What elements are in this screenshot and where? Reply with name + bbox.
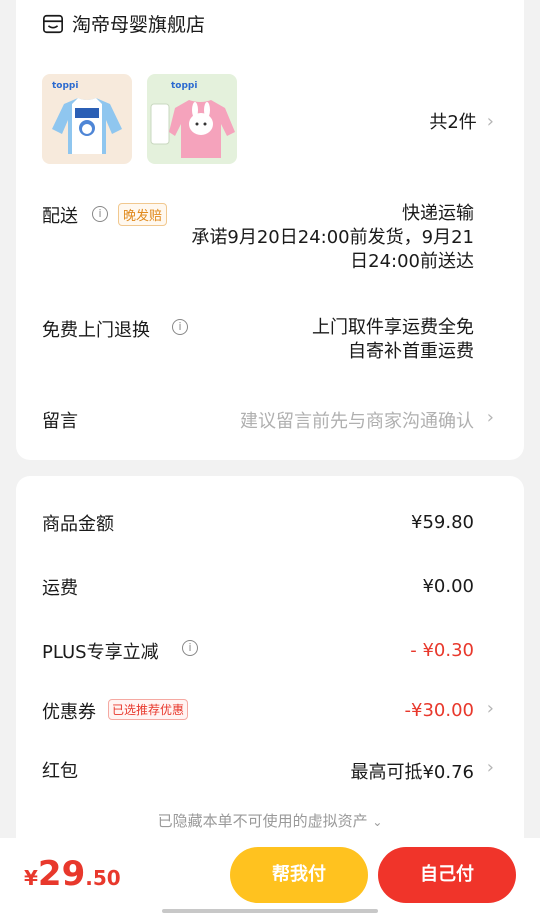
item-count-row[interactable]: 共2件 ›	[429, 108, 494, 134]
hidden-assets-text: 已隐藏本单不可使用的虚拟资产	[158, 812, 368, 830]
delivery-method: 快递运输 承诺9月20日24:00前发货，9月21 日24:00前送达	[191, 202, 474, 274]
return-service-line2: 自寄补首重运费	[312, 340, 474, 364]
item-count: 共2件	[429, 108, 476, 134]
return-service-line1: 上门取件享运费全免	[312, 316, 474, 340]
shipping-label: 运费	[42, 574, 78, 600]
return-service-details: 上门取件享运费全免 自寄补首重运费	[312, 316, 474, 364]
coupon-label: 优惠券	[42, 698, 96, 724]
chevron-right-icon: ›	[487, 407, 494, 428]
item-thumbnail[interactable]: toppi	[42, 74, 132, 164]
price-symbol: ¥	[24, 866, 38, 890]
red-packet-value[interactable]: 最高可抵¥0.76	[350, 758, 474, 784]
price-integer: 29	[38, 854, 85, 894]
return-service-label: 免费上门退换	[42, 316, 150, 342]
chevron-down-icon: ⌄	[372, 815, 382, 829]
late-compensation-tag: 晚发赔	[118, 203, 167, 226]
red-packet-label: 红包	[42, 757, 78, 783]
chevron-right-icon: ›	[487, 111, 494, 132]
message-label: 留言	[42, 407, 78, 433]
price-decimal: .50	[85, 866, 120, 890]
chevron-right-icon: ›	[487, 757, 494, 778]
goods-amount-label: 商品金额	[42, 510, 114, 536]
shipping-value: ¥0.00	[422, 576, 474, 597]
store-row[interactable]: 淘帝母婴旗舰店	[42, 10, 205, 37]
total-price: ¥29.50	[24, 854, 121, 894]
order-info-card: 淘帝母婴旗舰店 toppi toppi 共2件 › 配送 i	[16, 0, 524, 460]
delivery-promise-line1: 承诺9月20日24:00前发货，9月21	[191, 226, 474, 250]
chevron-right-icon: ›	[487, 698, 494, 719]
goods-amount-value: ¥59.80	[411, 512, 474, 533]
price-summary-card: 商品金额 ¥59.80 运费 ¥0.00 PLUS专享立减 i - ¥0.30 …	[16, 476, 524, 856]
home-indicator	[162, 909, 378, 913]
item-thumbnail[interactable]: toppi	[147, 74, 237, 164]
delivery-label: 配送	[42, 202, 78, 228]
help-me-pay-button[interactable]: 帮我付	[230, 847, 368, 903]
delivery-method-text: 快递运输	[191, 202, 474, 226]
store-icon	[42, 13, 64, 35]
svg-text:toppi: toppi	[52, 81, 78, 91]
coupon-discount-value[interactable]: -¥30.00	[405, 700, 474, 721]
plus-discount-value: - ¥0.30	[410, 640, 474, 661]
checkout-bar: ¥29.50 帮我付 自己付	[0, 838, 540, 913]
info-icon[interactable]: i	[172, 319, 188, 335]
info-icon[interactable]: i	[92, 206, 108, 222]
pay-myself-button[interactable]: 自己付	[378, 847, 516, 903]
coupon-recommended-tag: 已选推荐优惠	[108, 699, 188, 720]
hidden-assets-toggle[interactable]: 已隐藏本单不可使用的虚拟资产 ⌄	[16, 810, 524, 831]
info-icon[interactable]: i	[182, 640, 198, 656]
message-input[interactable]: 建议留言前先与商家沟通确认	[240, 407, 474, 433]
delivery-promise-line2: 日24:00前送达	[191, 250, 474, 274]
plus-discount-label: PLUS专享立减	[42, 638, 159, 664]
svg-text:toppi: toppi	[171, 81, 197, 91]
store-name: 淘帝母婴旗舰店	[72, 10, 205, 37]
